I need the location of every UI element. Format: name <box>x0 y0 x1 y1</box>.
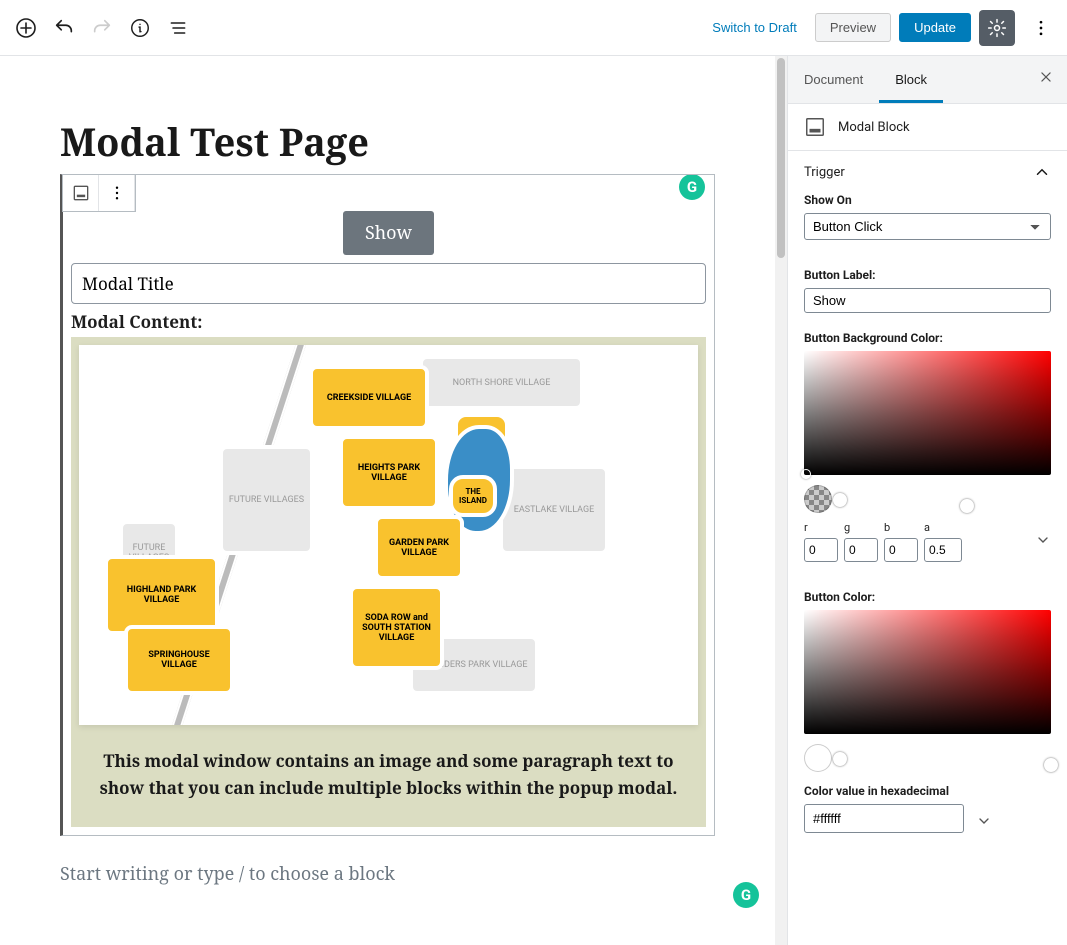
show-on-label: Show On <box>804 193 1051 207</box>
bg-saturation-picker[interactable] <box>804 351 1051 475</box>
r-input[interactable] <box>804 538 838 562</box>
block-header: Modal Block <box>788 104 1067 151</box>
close-icon <box>1039 70 1053 84</box>
toolbar-left <box>8 10 196 46</box>
settings-sidebar: Document Block Modal Block Trigger Show … <box>787 56 1067 945</box>
tab-document[interactable]: Document <box>788 56 879 103</box>
button-label-input[interactable] <box>804 288 1051 313</box>
rgba-inputs: r g b a <box>804 521 1051 562</box>
redo-icon <box>91 17 113 39</box>
block-appender[interactable]: Start writing or type / to choose a bloc… <box>60 862 715 886</box>
hex-label: Color value in hexadecimal <box>804 784 1051 798</box>
show-on-select[interactable]: Button Click <box>804 213 1051 240</box>
tab-block[interactable]: Block <box>879 56 943 103</box>
page-title[interactable]: Modal Test Page <box>60 116 715 168</box>
switch-to-draft-button[interactable]: Switch to Draft <box>702 14 807 41</box>
top-toolbar: Switch to Draft Preview Update <box>0 0 1067 56</box>
modal-paragraph[interactable]: This modal window contains an image and … <box>79 725 698 801</box>
info-button[interactable] <box>122 10 158 46</box>
modal-content-area[interactable]: FUTURE VILLAGES FUTURE VILLAGES NORTH SH… <box>71 337 706 827</box>
a-label: a <box>924 521 962 534</box>
modal-trigger-button[interactable]: Show <box>343 211 434 255</box>
rgba-expand-toggle[interactable] <box>1035 532 1051 552</box>
map-region-gray: FUTURE VILLAGES <box>219 445 314 555</box>
panel-trigger-title: Trigger <box>804 165 845 180</box>
g-label: g <box>844 521 878 534</box>
panel-trigger-toggle[interactable]: Trigger <box>788 151 1067 193</box>
grammarly-badge[interactable]: G <box>733 882 759 908</box>
map-region: CREEKSIDE VILLAGE <box>309 365 429 430</box>
block-type-button[interactable] <box>63 175 99 211</box>
editor-column: Modal Test Page G Show Modal Content: FU… <box>0 56 787 945</box>
map-image: FUTURE VILLAGES FUTURE VILLAGES NORTH SH… <box>79 345 698 725</box>
modal-title-input[interactable] <box>71 263 706 304</box>
settings-button[interactable] <box>979 10 1015 46</box>
update-button[interactable]: Update <box>899 13 971 42</box>
preview-button[interactable]: Preview <box>815 13 891 42</box>
kebab-icon <box>1031 18 1051 38</box>
undo-icon <box>53 17 75 39</box>
undo-button[interactable] <box>46 10 82 46</box>
redo-button[interactable] <box>84 10 120 46</box>
map-region: THE ISLAND <box>449 475 497 517</box>
plus-circle-icon <box>14 16 38 40</box>
btn-swatch <box>804 744 832 772</box>
btn-color-label: Button Color: <box>804 590 1051 604</box>
map-region: HEIGHTS PARK VILLAGE <box>339 435 439 510</box>
map-region-gray: EASTLAKE VILLAGE <box>499 465 609 555</box>
block-name-label: Modal Block <box>838 120 910 135</box>
chevron-down-icon <box>1035 532 1051 548</box>
chevron-up-icon <box>1033 163 1051 181</box>
bg-color-label: Button Background Color: <box>804 331 1051 345</box>
r-label: r <box>804 521 838 534</box>
more-menu-button[interactable] <box>1023 10 1059 46</box>
map-region: HIGHLAND PARK VILLAGE <box>104 555 219 635</box>
info-icon <box>129 17 151 39</box>
btn-saturation-picker[interactable] <box>804 610 1051 734</box>
map-region: SPRINGHOUSE VILLAGE <box>124 625 234 695</box>
block-toolbar <box>62 174 136 212</box>
chevron-down-icon <box>976 813 992 829</box>
modal-content-label: Modal Content: <box>71 310 706 333</box>
kebab-icon <box>108 184 126 202</box>
bg-swatch <box>804 485 832 513</box>
outline-button[interactable] <box>160 10 196 46</box>
map-region-gray: NORTH SHORE VILLAGE <box>419 355 584 410</box>
outline-icon <box>168 18 188 38</box>
editor-scrollbar[interactable] <box>775 56 787 945</box>
modal-block-icon <box>71 183 91 203</box>
g-input[interactable] <box>844 538 878 562</box>
toolbar-right: Switch to Draft Preview Update <box>702 10 1059 46</box>
a-input[interactable] <box>924 538 962 562</box>
modal-block-icon <box>804 116 826 138</box>
add-block-button[interactable] <box>8 10 44 46</box>
block-more-button[interactable] <box>99 175 135 211</box>
map-region: SODA ROW and SOUTH STATION VILLAGE <box>349 585 444 670</box>
hex-expand-toggle[interactable] <box>976 813 992 833</box>
modal-block[interactable]: Show Modal Content: FUTURE VILLAGES FUTU… <box>60 174 715 836</box>
gear-icon <box>987 18 1007 38</box>
sidebar-tabs: Document Block <box>788 56 1067 104</box>
close-sidebar-button[interactable] <box>1025 56 1067 103</box>
hex-input[interactable] <box>804 804 964 833</box>
b-label: b <box>884 521 918 534</box>
map-region: GARDEN PARK VILLAGE <box>374 515 464 580</box>
button-label-label: Button Label: <box>804 268 1051 282</box>
b-input[interactable] <box>884 538 918 562</box>
